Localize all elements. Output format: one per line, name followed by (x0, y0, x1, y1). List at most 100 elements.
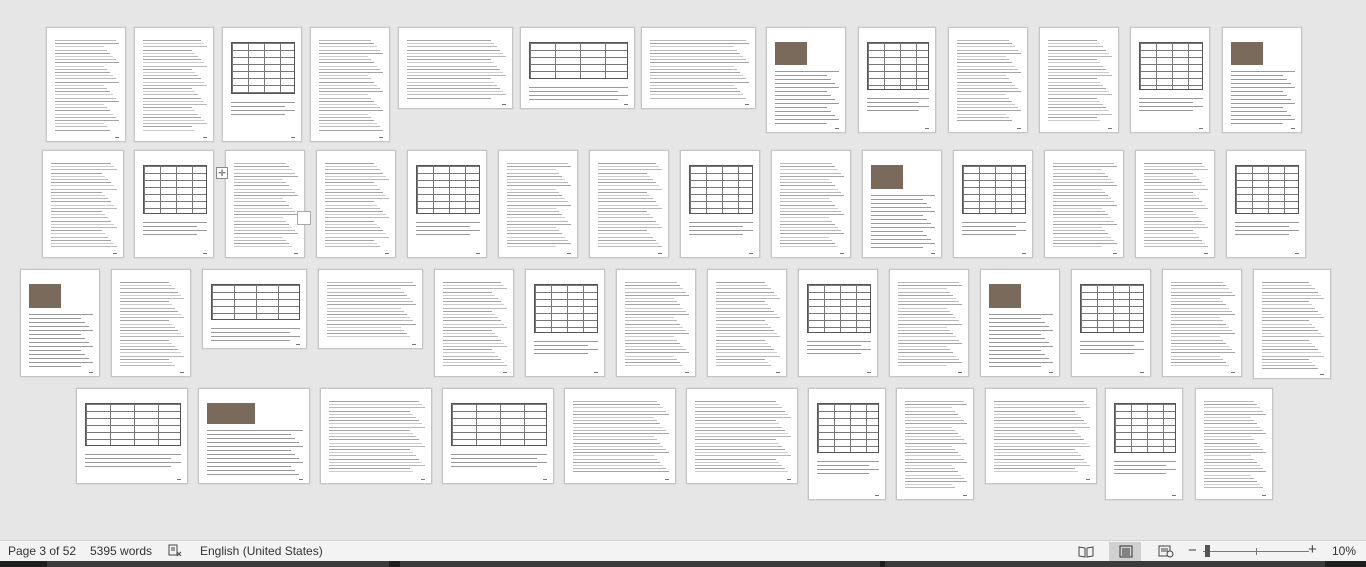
text-line (325, 224, 377, 225)
zoom-slider-thumb[interactable] (1205, 545, 1210, 557)
page-thumbnail[interactable] (198, 388, 310, 484)
text-line (325, 217, 389, 218)
page-thumbnail[interactable] (398, 27, 513, 109)
page-thumbnail[interactable] (76, 388, 188, 484)
page-thumbnail[interactable] (46, 27, 126, 142)
text-line (598, 163, 656, 164)
page-thumbnail[interactable] (564, 388, 676, 484)
proofing-error-icon[interactable] (168, 544, 182, 557)
page-thumbnail[interactable] (1222, 27, 1302, 133)
page-thumbnail[interactable] (953, 150, 1033, 258)
text-line (325, 221, 374, 222)
word-count[interactable]: 5395 words (90, 544, 152, 558)
text-line (1144, 237, 1199, 238)
read-mode-button[interactable] (1069, 542, 1101, 561)
text-line (319, 69, 380, 70)
text-line (451, 466, 537, 467)
text-line (534, 349, 598, 350)
table-resize-handle[interactable] (297, 211, 311, 225)
page-thumbnail[interactable] (1195, 388, 1273, 500)
page-thumbnail[interactable] (442, 388, 554, 484)
page-thumbnail[interactable] (1253, 269, 1331, 379)
text-line (319, 94, 368, 95)
page-thumbnail[interactable] (222, 27, 302, 142)
text-line (1171, 346, 1229, 347)
page-thumbnail[interactable] (985, 388, 1097, 484)
page-thumbnail[interactable] (42, 150, 124, 258)
text-line (329, 404, 422, 405)
document-canvas[interactable]: ✛ (0, 0, 1366, 540)
page-thumbnail[interactable] (589, 150, 669, 258)
text-line (817, 461, 879, 462)
page-thumbnail[interactable] (1044, 150, 1124, 258)
page-thumbnail[interactable] (407, 150, 487, 258)
text-line (329, 407, 425, 408)
page-thumbnail[interactable] (896, 388, 974, 500)
page-thumbnail[interactable] (771, 150, 851, 258)
text-line (329, 423, 422, 424)
page-indicator[interactable]: Page 3 of 52 (8, 544, 76, 558)
page-thumbnail[interactable] (641, 27, 756, 109)
page-thumbnail[interactable] (707, 269, 787, 377)
page-thumbnail[interactable] (798, 269, 878, 377)
page-thumbnail[interactable] (202, 269, 307, 349)
language-indicator[interactable]: English (United States) (200, 544, 323, 558)
page-number (412, 344, 416, 345)
page-thumbnail[interactable] (1135, 150, 1215, 258)
page-thumbnail[interactable] (525, 269, 605, 377)
zoom-out-button[interactable]: − (1188, 542, 1197, 559)
page-thumbnail[interactable] (225, 150, 305, 258)
page-thumbnail[interactable] (134, 27, 214, 142)
text-line (55, 50, 107, 51)
text-line (319, 85, 377, 86)
page-thumbnail[interactable] (686, 388, 798, 484)
zoom-level[interactable]: 10% (1332, 544, 1356, 558)
page-thumbnail[interactable] (1039, 27, 1119, 133)
text-line (1048, 75, 1112, 76)
page-thumbnail[interactable] (1226, 150, 1306, 258)
page-thumbnail[interactable] (1105, 388, 1183, 500)
page-thumbnail[interactable] (20, 269, 100, 377)
text-line (1048, 107, 1106, 108)
page-thumbnail[interactable] (134, 150, 214, 258)
text-line (443, 343, 504, 344)
text-line (319, 66, 377, 67)
text-line (327, 330, 404, 331)
page-thumbnail[interactable] (616, 269, 696, 377)
page-thumbnail[interactable] (111, 269, 191, 377)
page-thumbnail[interactable] (889, 269, 969, 377)
page-thumbnail[interactable] (680, 150, 760, 258)
text-line (898, 314, 953, 315)
text-line (898, 330, 950, 331)
text-line (507, 182, 568, 183)
text-line (319, 98, 371, 99)
page-thumbnail[interactable] (1162, 269, 1242, 377)
print-layout-button[interactable] (1109, 542, 1141, 561)
page-number (1291, 128, 1295, 129)
table-move-handle-icon[interactable]: ✛ (216, 167, 228, 179)
page-thumbnail[interactable] (858, 27, 936, 133)
web-layout-button[interactable] (1149, 542, 1181, 561)
page-thumbnail[interactable] (1071, 269, 1151, 377)
page-thumbnail[interactable] (808, 388, 886, 500)
page-thumbnail[interactable] (498, 150, 578, 258)
text-line (507, 189, 556, 190)
page-thumbnail[interactable] (520, 27, 635, 109)
page-thumbnail[interactable] (1130, 27, 1210, 133)
page-thumbnail[interactable] (320, 388, 432, 484)
page-thumbnail[interactable] (980, 269, 1060, 377)
page-thumbnail[interactable] (862, 150, 942, 258)
page-thumbnail[interactable] (318, 269, 423, 349)
text-line (1144, 214, 1196, 215)
page-thumbnail[interactable] (948, 27, 1028, 133)
page-thumbnail[interactable] (316, 150, 396, 258)
text-line (507, 201, 568, 202)
text-line (55, 72, 110, 73)
text-line (650, 88, 737, 89)
page-thumbnail[interactable] (310, 27, 390, 142)
page-thumbnail[interactable] (434, 269, 514, 377)
zoom-in-button[interactable]: + (1308, 541, 1317, 558)
page-thumbnail[interactable] (766, 27, 846, 133)
text-line (1171, 324, 1226, 325)
text-line (989, 350, 1041, 351)
